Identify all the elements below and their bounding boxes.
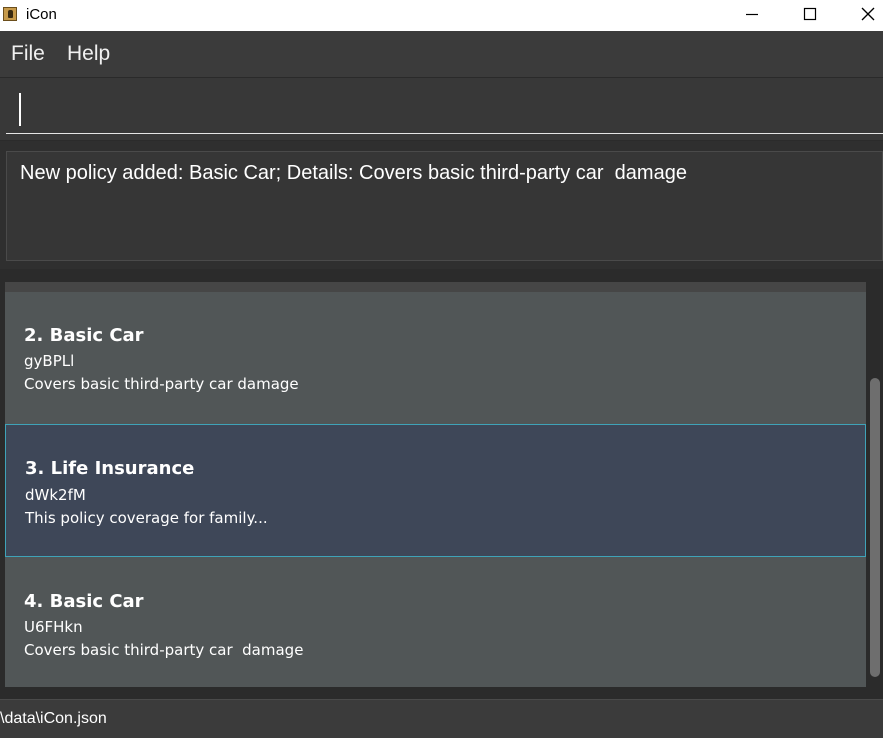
policy-title: 4. Basic Car bbox=[24, 591, 144, 612]
title-bar: iCon bbox=[0, 0, 883, 31]
maximize-icon bbox=[803, 7, 817, 21]
policy-id: U6FHkn bbox=[24, 618, 83, 636]
command-input[interactable] bbox=[6, 86, 883, 134]
menu-bar: File Help bbox=[0, 31, 883, 78]
status-bar: \data\iCon.json bbox=[0, 699, 883, 738]
policy-id: dWk2fM bbox=[25, 486, 86, 504]
scrollbar-thumb[interactable] bbox=[870, 378, 880, 677]
text-caret bbox=[19, 93, 21, 126]
policy-title: 3. Life Insurance bbox=[25, 458, 195, 479]
result-message: New policy added: Basic Car; Details: Co… bbox=[20, 162, 687, 184]
policy-description: This policy coverage for family... bbox=[25, 509, 268, 527]
policy-card-4[interactable]: 4. Basic Car U6FHkn Covers basic third-p… bbox=[5, 557, 866, 687]
menu-file[interactable]: File bbox=[11, 42, 45, 66]
window-title: iCon bbox=[26, 6, 57, 23]
minimize-icon bbox=[746, 13, 758, 16]
minimize-button[interactable] bbox=[723, 0, 781, 31]
data-file-path: \data\iCon.json bbox=[0, 710, 107, 727]
policy-id: gyBPLl bbox=[24, 352, 75, 370]
policy-card-3[interactable]: 3. Life Insurance dWk2fM This policy cov… bbox=[5, 424, 866, 557]
close-button[interactable] bbox=[840, 0, 883, 31]
close-icon bbox=[861, 7, 875, 21]
maximize-button[interactable] bbox=[781, 0, 839, 31]
policy-description: Covers basic third-party car damage bbox=[24, 375, 299, 393]
policy-description: Covers basic third-party car damage bbox=[24, 641, 304, 659]
result-box[interactable]: New policy added: Basic Car; Details: Co… bbox=[6, 151, 883, 261]
app-icon bbox=[3, 7, 17, 21]
menu-help[interactable]: Help bbox=[67, 42, 110, 66]
result-display: New policy added: Basic Car; Details: Co… bbox=[0, 141, 883, 269]
policy-card-2[interactable]: 2. Basic Car gyBPLl Covers basic third-p… bbox=[5, 292, 866, 424]
policy-list-panel: 2. Basic Car gyBPLl Covers basic third-p… bbox=[0, 270, 883, 698]
command-box bbox=[0, 78, 883, 140]
policy-title: 2. Basic Car bbox=[24, 325, 144, 346]
policy-list[interactable]: 2. Basic Car gyBPLl Covers basic third-p… bbox=[5, 282, 866, 687]
